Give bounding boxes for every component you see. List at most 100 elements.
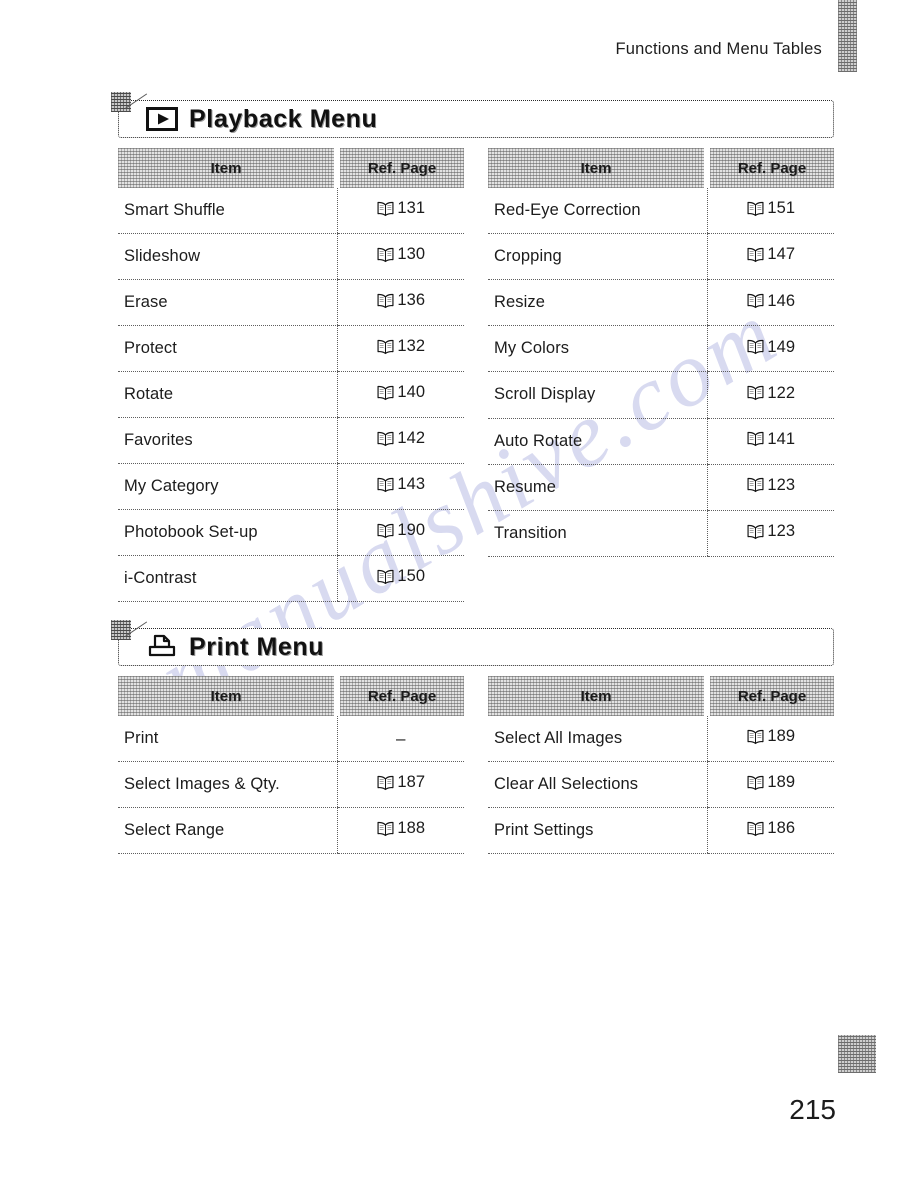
table-row: My Category 143	[118, 463, 464, 510]
table-row: Slideshow 130	[118, 233, 464, 280]
table-row: Resize 146	[488, 279, 834, 327]
running-header: Functions and Menu Tables	[615, 40, 822, 58]
menu-item-label: Transition	[488, 510, 707, 557]
table-row: Resume 123	[488, 464, 834, 511]
menu-item-label: My Category	[118, 463, 337, 510]
book-icon	[746, 821, 765, 837]
ref-page-number: 132	[397, 337, 426, 356]
ref-page-value: 122	[746, 384, 795, 403]
playback-table-right: Item Ref. Page Red-Eye Correction 151 Crop…	[488, 148, 834, 602]
ref-page-number: 141	[767, 429, 796, 448]
ref-page-value: 132	[376, 337, 425, 356]
table-row: Auto Rotate 141	[488, 418, 834, 465]
menu-item-label: Auto Rotate	[488, 418, 707, 465]
page-number: 215	[789, 1094, 836, 1125]
book-icon	[746, 339, 765, 355]
playback-menu-tables: Item Ref. Page Smart Shuffle 131 Slideshow…	[118, 148, 834, 602]
ref-page-number: 149	[767, 337, 796, 356]
table-row: Select All Images 189	[488, 716, 834, 762]
book-icon	[376, 775, 395, 791]
print-menu-title: Print Menu	[189, 632, 325, 661]
book-icon	[376, 339, 395, 355]
ref-page-value: 147	[746, 245, 795, 264]
menu-item-label: Erase	[118, 279, 337, 326]
ref-page-value: 150	[376, 567, 425, 586]
ref-page-cell: 188	[336, 807, 464, 854]
ref-page-number: –	[395, 728, 406, 748]
table-header-row: Item Ref. Page	[118, 676, 464, 716]
table-header-row: Item Ref. Page	[118, 148, 464, 188]
table-row: Scroll Display 122	[488, 371, 834, 419]
menu-item-label: Resume	[488, 464, 707, 511]
table-header-row: Item Ref. Page	[488, 676, 834, 716]
column-header-ref-page: Ref. Page	[337, 148, 464, 188]
table-row: Smart Shuffle 131	[118, 188, 464, 234]
top-edge-tab-marker	[838, 0, 857, 72]
ref-page-value: 136	[376, 291, 425, 310]
menu-item-label: Select Images & Qty.	[118, 761, 337, 808]
ref-page-number: 140	[397, 383, 426, 402]
print-menu-tables: Item Ref. Page Print – Select Images & Qty…	[118, 676, 834, 854]
banner-corner-tab	[111, 92, 131, 112]
table-row: i-Contrast 150	[118, 555, 464, 602]
playback-table-left: Item Ref. Page Smart Shuffle 131 Slideshow…	[118, 148, 464, 602]
ref-page-value: 140	[376, 383, 425, 402]
ref-page-cell: 150	[336, 555, 464, 602]
ref-page-cell: 130	[336, 233, 464, 280]
ref-page-cell: –	[336, 716, 464, 762]
print-menu-banner: Print Menu	[111, 620, 834, 666]
table-row: Cropping 147	[488, 233, 834, 281]
ref-page-number: 143	[397, 475, 426, 494]
menu-item-label: My Colors	[488, 325, 707, 373]
ref-page-number: 123	[767, 475, 796, 494]
book-icon	[746, 775, 765, 791]
ref-page-value: 189	[746, 727, 795, 746]
table-row: Photobook Set-up 190	[118, 509, 464, 556]
ref-page-value: 143	[376, 475, 425, 494]
table-row: Rotate 140	[118, 371, 464, 418]
ref-page-cell: 189	[706, 761, 834, 808]
menu-item-label: Clear All Selections	[488, 761, 707, 808]
ref-page-value: 146	[746, 292, 795, 311]
book-icon	[376, 477, 395, 493]
book-icon	[376, 201, 395, 217]
column-header-item: Item	[488, 148, 710, 188]
table-row: Select Range 188	[118, 807, 464, 854]
ref-page-value: 123	[746, 476, 795, 495]
ref-page-cell: 189	[706, 716, 834, 762]
print-table-left: Item Ref. Page Print – Select Images & Qty…	[118, 676, 464, 854]
ref-page-value: 189	[746, 773, 795, 792]
ref-page-value: 186	[746, 819, 795, 838]
ref-page-cell: 143	[336, 463, 464, 510]
menu-item-label: Select All Images	[488, 716, 707, 762]
table-row: Print Settings 186	[488, 807, 834, 854]
playback-menu-title: Playback Menu	[189, 104, 378, 133]
ref-page-number: 131	[397, 199, 426, 218]
ref-page-number: 147	[767, 245, 796, 264]
ref-page-cell: 186	[706, 807, 834, 854]
book-icon	[746, 201, 765, 217]
menu-item-label: Scroll Display	[488, 371, 707, 419]
menu-item-label: Favorites	[118, 417, 337, 464]
column-header-item: Item	[488, 676, 710, 716]
book-icon	[746, 524, 765, 540]
ref-page-number: 150	[397, 567, 426, 586]
ref-page-value: 123	[746, 522, 795, 541]
column-header-ref-page: Ref. Page	[337, 676, 464, 716]
ref-page-number: 189	[767, 727, 796, 746]
column-header-ref-page: Ref. Page	[707, 676, 834, 716]
menu-item-label: Print Settings	[488, 807, 707, 854]
menu-item-label: Slideshow	[118, 233, 337, 280]
ref-page-cell: 142	[336, 417, 464, 464]
table-header-row: Item Ref. Page	[488, 148, 834, 188]
ref-page-number: 188	[397, 819, 426, 838]
table-row: Select Images & Qty. 187	[118, 761, 464, 808]
ref-page-cell: 131	[336, 188, 464, 234]
table-row: Red-Eye Correction 151	[488, 188, 834, 235]
menu-item-label: Select Range	[118, 807, 337, 854]
ref-page-number: 146	[767, 291, 796, 310]
ref-page-cell: 140	[336, 371, 464, 418]
book-icon	[746, 293, 765, 309]
book-icon	[746, 431, 765, 447]
column-header-item: Item	[118, 148, 340, 188]
